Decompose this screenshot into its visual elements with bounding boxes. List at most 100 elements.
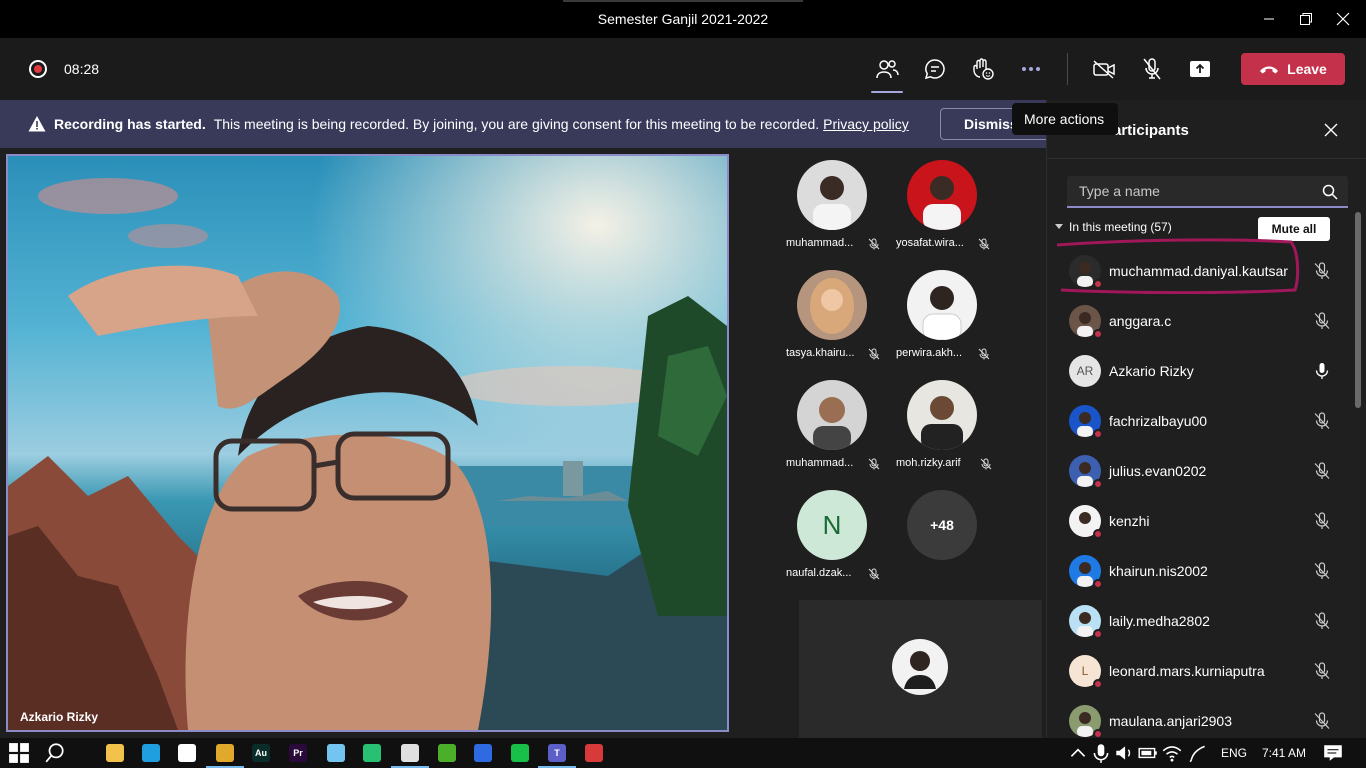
- participant-row[interactable]: kenzhi: [1047, 497, 1347, 547]
- media-player-icon[interactable]: [361, 742, 383, 764]
- mic-off-icon[interactable]: [1313, 712, 1331, 730]
- recording-indicator-icon: [29, 60, 47, 78]
- participant-tile[interactable]: tasya.khairu...: [782, 270, 892, 380]
- avatar: [797, 270, 867, 340]
- camera-toggle-button[interactable]: [1088, 53, 1120, 85]
- participant-row[interactable]: julius.evan0202: [1047, 447, 1347, 497]
- participant-row[interactable]: khairun.nis2002: [1047, 547, 1347, 597]
- avatar-photo: [907, 270, 977, 340]
- tile-name: moh.rizky.arif: [896, 457, 961, 469]
- raise-hand-icon: [973, 58, 994, 80]
- file-explorer-icon[interactable]: [104, 742, 126, 764]
- microphone-icon[interactable]: [1090, 742, 1112, 764]
- mic-on-icon[interactable]: [1313, 362, 1331, 380]
- store-icon[interactable]: [176, 742, 198, 764]
- meet-icon[interactable]: [472, 742, 494, 764]
- self-preview[interactable]: [799, 600, 1042, 740]
- wifi-icon[interactable]: [1161, 742, 1183, 764]
- windows-start-icon[interactable]: [8, 742, 30, 764]
- participant-tile[interactable]: muhammad...: [782, 380, 892, 490]
- notepad-icon[interactable]: [325, 742, 347, 764]
- chrome-icon[interactable]: [206, 742, 244, 768]
- participant-name: anggara.c: [1109, 313, 1172, 329]
- battery-icon[interactable]: [1137, 742, 1159, 764]
- share-content-button[interactable]: [1184, 53, 1216, 85]
- participant-tile[interactable]: perwira.akh...: [892, 270, 1002, 380]
- edge-icon[interactable]: [140, 742, 162, 764]
- hang-up-icon: [1260, 66, 1279, 74]
- avatar-initials: AR: [1076, 364, 1094, 378]
- premiere-icon[interactable]: Pr: [287, 742, 309, 764]
- warning-icon: [28, 116, 46, 132]
- app-1-icon[interactable]: [391, 742, 429, 768]
- search-icon[interactable]: [44, 742, 66, 764]
- more-actions-button[interactable]: [1015, 53, 1047, 85]
- mic-off-icon[interactable]: [1313, 612, 1331, 630]
- camera-off-icon: [1093, 60, 1115, 79]
- participant-tile[interactable]: muhammad...: [782, 160, 892, 270]
- show-chat-button[interactable]: [919, 53, 951, 85]
- close-window-button[interactable]: [1320, 0, 1366, 38]
- participant-search[interactable]: [1067, 176, 1348, 208]
- presence-badge: [1093, 429, 1103, 439]
- participant-name: leonard.mars.kurniaputra: [1109, 663, 1265, 679]
- raise-hand-button[interactable]: [967, 53, 999, 85]
- audition-icon[interactable]: Au: [250, 742, 272, 764]
- mic-off-icon[interactable]: [1313, 412, 1331, 430]
- participant-row[interactable]: fachrizalbayu00: [1047, 397, 1347, 447]
- close-icon: [1336, 12, 1350, 26]
- toolbar-divider: [1067, 53, 1068, 85]
- notifications-icon[interactable]: [1322, 742, 1344, 764]
- leave-button[interactable]: Leave: [1241, 53, 1345, 85]
- presence-badge: [1093, 679, 1103, 689]
- overflow-count: +48: [907, 490, 977, 560]
- overflow-tile[interactable]: +48: [892, 490, 1002, 600]
- paint-icon[interactable]: [583, 742, 605, 764]
- panel-scrollbar[interactable]: [1355, 212, 1361, 408]
- section-title: In this meeting (57): [1069, 220, 1172, 234]
- avatar-photo: [907, 380, 977, 450]
- avatar-initials: L: [1081, 664, 1089, 678]
- main-video-name: Azkario Rizky: [20, 710, 99, 724]
- avatar-photo: [797, 380, 867, 450]
- recording-banner: Recording has started. This meeting is b…: [0, 100, 1050, 148]
- volume-icon[interactable]: [1113, 742, 1135, 764]
- mic-toggle-button[interactable]: [1136, 53, 1168, 85]
- mic-off-icon[interactable]: [1313, 262, 1331, 280]
- privacy-policy-link[interactable]: Privacy policy: [823, 116, 909, 132]
- mic-off-icon: [978, 348, 990, 360]
- people-icon: [876, 60, 899, 79]
- participant-row[interactable]: laily.medha2802: [1047, 597, 1347, 647]
- mic-off-icon[interactable]: [1313, 662, 1331, 680]
- meeting-toolbar: 08:28 Leave: [0, 38, 1366, 100]
- more-actions-tooltip: More actions: [1012, 103, 1118, 135]
- participant-tile[interactable]: yosafat.wira...: [892, 160, 1002, 270]
- participant-row[interactable]: Lleonard.mars.kurniaputra: [1047, 647, 1347, 697]
- participant-row[interactable]: AR Azkario Rizky: [1047, 347, 1347, 397]
- participant-tile[interactable]: moh.rizky.arif: [892, 380, 1002, 490]
- utorrent-icon[interactable]: [436, 742, 458, 764]
- chevron-up-icon[interactable]: [1067, 742, 1089, 764]
- teams-icon[interactable]: T: [538, 742, 576, 768]
- clock[interactable]: 7:41 AM: [1262, 746, 1306, 760]
- main-video-feed[interactable]: Azkario Rizky: [6, 154, 729, 732]
- mic-off-icon[interactable]: [1313, 562, 1331, 580]
- tile-name: naufal.dzak...: [786, 567, 852, 579]
- meeting-timer: 08:28: [64, 61, 100, 77]
- window-title: Semester Ganjil 2021-2022: [597, 11, 769, 27]
- participant-name: kenzhi: [1109, 513, 1150, 529]
- participant-search-input[interactable]: [1067, 176, 1307, 206]
- participant-tile[interactable]: N naufal.dzak...: [782, 490, 892, 600]
- participant-row[interactable]: anggara.c: [1047, 297, 1347, 347]
- close-panel-icon[interactable]: [1323, 122, 1339, 138]
- in-meeting-section[interactable]: In this meeting (57): [1055, 220, 1172, 234]
- share-screen-icon: [1190, 61, 1210, 77]
- participant-name: khairun.nis2002: [1109, 563, 1208, 579]
- show-participants-button[interactable]: [871, 53, 903, 93]
- mic-off-icon[interactable]: [1313, 462, 1331, 480]
- language-indicator[interactable]: ENG: [1221, 746, 1247, 760]
- mic-off-icon[interactable]: [1313, 312, 1331, 330]
- line-icon[interactable]: [509, 742, 531, 764]
- mic-off-icon[interactable]: [1313, 512, 1331, 530]
- pen-icon[interactable]: [1187, 742, 1209, 764]
